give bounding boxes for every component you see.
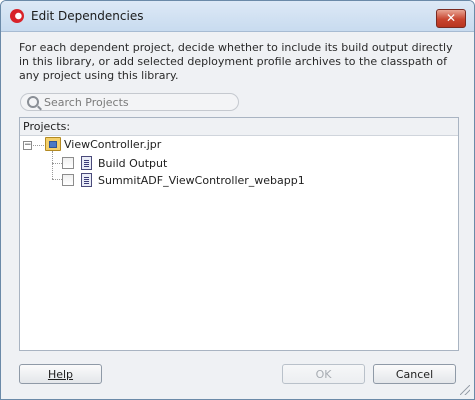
ok-button[interactable]: OK: [282, 364, 365, 384]
tree-item-build-output[interactable]: Build Output: [98, 157, 167, 170]
tree-connector: [33, 145, 44, 146]
search-icon: [27, 96, 39, 108]
tree-connector: [52, 151, 53, 179]
tree-item-webapp-archive[interactable]: SummitADF_ViewController_webapp1: [98, 174, 305, 187]
description-text: For each dependent project, decide wheth…: [19, 41, 453, 82]
tree-connector: [52, 179, 62, 180]
search-input[interactable]: [44, 94, 234, 110]
projects-label: Projects:: [23, 120, 71, 133]
title-bar[interactable]: Edit Dependencies ✕: [1, 1, 474, 32]
window-title: Edit Dependencies: [31, 9, 144, 23]
document-icon: [81, 173, 92, 187]
edit-dependencies-dialog: Edit Dependencies ✕ For each dependent p…: [0, 0, 475, 400]
build-output-checkbox[interactable]: [62, 157, 74, 169]
project-folder-icon: [45, 137, 61, 151]
app-logo-icon: [10, 9, 24, 23]
tree-connector: [52, 163, 62, 164]
close-button[interactable]: ✕: [436, 9, 466, 28]
help-button-label: Help: [47, 368, 74, 381]
collapse-toggle-icon[interactable]: −: [23, 141, 32, 150]
resize-grip-icon[interactable]: [460, 385, 470, 395]
webapp-archive-checkbox[interactable]: [62, 174, 74, 186]
projects-header: Projects:: [20, 118, 458, 136]
projects-tree: − ViewController.jpr Build Output Summit…: [20, 136, 458, 349]
tree-item-viewcontroller[interactable]: ViewController.jpr: [64, 138, 161, 151]
help-button[interactable]: Help: [19, 364, 102, 384]
cancel-button[interactable]: Cancel: [373, 364, 456, 384]
search-box[interactable]: [20, 93, 239, 111]
projects-panel: Projects: − ViewController.jpr Build Out…: [19, 117, 459, 351]
document-icon: [81, 156, 92, 170]
